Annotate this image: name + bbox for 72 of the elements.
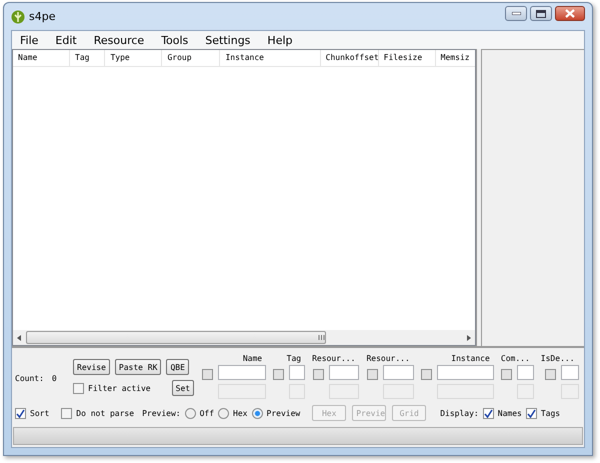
menu-item[interactable]: Resource [94,34,144,46]
column-header[interactable]: Instance [220,50,321,66]
scroll-thumb[interactable] [26,331,326,344]
grip-icon [318,335,325,340]
checkbox[interactable] [73,382,84,394]
column-header[interactable]: Tag [70,50,106,66]
filter-label: Tag [286,354,302,364]
menu-item[interactable]: Help [267,34,292,46]
filter-field[interactable] [560,365,579,380]
action-button[interactable]: Paste RK [114,359,162,375]
column-header[interactable]: Memsiz [436,50,475,66]
radio-button[interactable] [218,408,230,418]
checkbox[interactable] [420,369,432,380]
scroll-left-icon[interactable] [17,334,22,340]
action-button[interactable]: QBE [166,359,189,375]
checkbox[interactable] [61,408,72,418]
menu-item[interactable]: Settings [205,34,250,46]
filter-field[interactable] [436,365,494,380]
checkbox[interactable] [526,408,537,418]
checkbox-label: Tags [540,408,560,418]
radio-label: Off [200,408,214,418]
minimize-button[interactable] [505,6,527,21]
filter-label: Resour... [366,354,410,364]
menu-item[interactable]: Tools [161,34,188,46]
close-button[interactable] [555,6,585,21]
filter-label: IsDe... [540,354,575,364]
scroll-right-icon[interactable] [466,334,471,340]
filter-field[interactable] [382,365,414,380]
checkbox-label: Sort [30,408,50,418]
checkbox[interactable] [544,369,556,380]
checkbox[interactable] [500,369,512,380]
checkbox-label: Do not parse [76,408,134,418]
radio-button[interactable] [252,408,262,418]
checkbox[interactable] [273,369,284,380]
filter-label: Name [242,354,262,364]
count-value: 0 [52,374,57,383]
preview-label: Preview: [142,408,181,418]
close-icon [565,9,575,18]
count-label: Count: [15,374,44,383]
window-title: s4pe [29,10,56,23]
radio-button[interactable] [184,408,196,418]
menu-item[interactable]: Edit [55,34,77,46]
checkbox[interactable] [202,369,214,380]
checkbox-label: Names [498,408,522,418]
action-button[interactable]: Set [172,380,194,396]
filter-field[interactable] [289,365,306,380]
filter-label: Com... [500,354,530,364]
checkbox[interactable] [313,369,324,380]
checkbox[interactable] [482,408,494,418]
checkbox-label: Filter active [88,384,151,392]
maximize-button[interactable] [530,6,552,21]
column-header[interactable]: Name [13,50,70,66]
filter-label: Instance [451,354,490,364]
minimize-icon [512,12,520,15]
filter-field[interactable] [218,365,266,380]
filter-field[interactable] [516,365,534,380]
radio-label: Preview [266,408,300,418]
display-label: Display: [440,408,479,418]
radio-label: Hex [233,408,248,418]
checkbox[interactable] [366,369,378,380]
filter-label: Resour... [312,354,356,364]
column-header[interactable]: Type [105,50,162,66]
maximize-icon [536,10,546,18]
column-header[interactable]: Filesize [378,50,436,66]
column-header[interactable]: Group [162,50,220,66]
menu-item[interactable]: File [20,34,38,46]
column-header[interactable]: Chunkoffset [320,50,379,66]
action-button[interactable]: Revise [73,359,110,375]
app-icon [11,10,25,24]
filter-field[interactable] [329,365,360,380]
checkbox[interactable] [15,408,26,418]
horizontal-scrollbar[interactable] [13,330,475,345]
